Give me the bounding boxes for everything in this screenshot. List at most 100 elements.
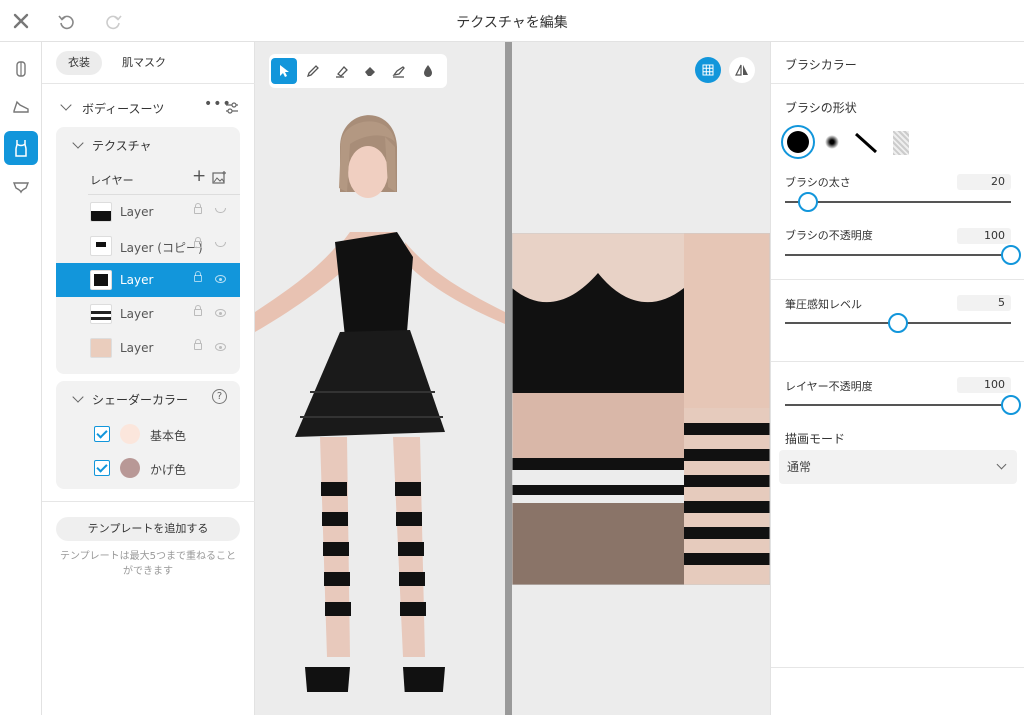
layer-name: Layer <box>120 307 154 321</box>
eye-closed-icon[interactable] <box>215 242 226 247</box>
pressure-label: 筆圧感知レベル <box>785 298 862 311</box>
category-rail <box>0 42 42 715</box>
brush-opacity-label: ブラシの不透明度 <box>785 229 873 242</box>
brush-size-value[interactable]: 20 <box>957 174 1011 190</box>
brush-opacity-slider[interactable] <box>785 245 1021 265</box>
blend-mode-value: 通常 <box>787 460 812 474</box>
layer-opacity-value[interactable]: 100 <box>957 377 1011 393</box>
blend-mode-title: 描画モード <box>785 432 846 446</box>
blend-mode-select[interactable]: 通常 <box>779 450 1017 484</box>
rail-item-tops[interactable] <box>4 131 38 165</box>
eraser-tool-icon[interactable] <box>357 58 383 84</box>
slider-knob[interactable] <box>1001 245 1021 265</box>
shader-header[interactable]: シェーダーカラー ? <box>56 381 240 415</box>
layer-item-selected[interactable]: Layer <box>56 263 240 297</box>
shader-color-label: 基本色 <box>150 429 187 443</box>
add-image-icon[interactable] <box>212 171 227 184</box>
layer-opacity-slider[interactable] <box>785 395 1021 415</box>
pane-divider[interactable] <box>505 42 512 715</box>
brush-size-label: ブラシの太さ <box>785 176 851 189</box>
uv-texture-map <box>512 233 770 585</box>
tank-top-icon <box>15 140 27 157</box>
template-note: テンプレートは最大5つまで重ねることができます <box>59 551 237 577</box>
layer-thumbnail <box>90 338 112 358</box>
brush-shape-soft[interactable] <box>825 135 839 149</box>
top-bar: テクスチャを編集 <box>0 0 1024 42</box>
layers-header: レイヤー + <box>56 161 240 195</box>
grid-icon[interactable] <box>695 57 721 83</box>
eye-icon[interactable] <box>215 343 226 351</box>
group-header[interactable]: ボディースーツ ••• <box>58 96 243 118</box>
texture-editor: テクスチャを編集 衣装 肌マスク ボディースーツ ••• テクスチャ レイヤー … <box>0 0 1024 715</box>
slider-knob[interactable] <box>797 192 818 212</box>
add-template-button[interactable]: テンプレートを追加する <box>56 517 240 541</box>
color-swatch[interactable] <box>120 424 140 444</box>
pen-tool-icon[interactable] <box>300 58 326 84</box>
marker-tool-icon[interactable] <box>329 58 355 84</box>
layer-item[interactable]: Layer <box>56 297 240 331</box>
shader-color-row[interactable]: 基本色 <box>56 417 240 451</box>
layer-item[interactable]: Layer (コピー) <box>56 229 240 263</box>
brush-color-section[interactable]: ブラシカラー <box>771 42 1024 84</box>
layer-opacity-label: レイヤー不透明度 <box>785 380 873 393</box>
brush-opacity-value[interactable]: 100 <box>957 228 1011 244</box>
layer-item[interactable]: Layer <box>56 195 240 229</box>
eye-icon[interactable] <box>215 275 226 283</box>
lock-icon[interactable] <box>194 237 202 248</box>
help-icon[interactable]: ? <box>212 389 227 404</box>
checkbox[interactable] <box>94 460 110 476</box>
texture-header[interactable]: テクスチャ <box>56 127 240 161</box>
slider-knob[interactable] <box>1001 395 1021 415</box>
layer-thumbnail <box>90 270 112 290</box>
layer-thumbnail <box>90 202 112 222</box>
panel-tabs: 衣装 肌マスク <box>42 42 255 84</box>
layers-label: レイヤー <box>90 174 134 187</box>
eye-closed-icon[interactable] <box>215 208 226 213</box>
brush-shape-title: ブラシの形状 <box>785 101 857 115</box>
select-tool-icon[interactable] <box>271 58 297 84</box>
rail-item-underwear[interactable] <box>4 170 38 204</box>
brush-shape-line[interactable] <box>855 133 877 153</box>
tab-skin-mask[interactable]: 肌マスク <box>110 51 178 75</box>
fill-tool-icon[interactable] <box>415 58 441 84</box>
tab-costume[interactable]: 衣装 <box>56 51 102 75</box>
divider <box>42 501 255 502</box>
lock-icon[interactable] <box>194 271 202 282</box>
pressure-value[interactable]: 5 <box>957 295 1011 311</box>
outfit-icon <box>16 61 26 77</box>
mirror-icon[interactable] <box>729 57 755 83</box>
settings-sliders-icon[interactable] <box>225 101 239 115</box>
chevron-down-icon <box>996 459 1007 470</box>
layers-panel: 衣装 肌マスク ボディースーツ ••• テクスチャ レイヤー + Layer L… <box>42 42 255 715</box>
layer-thumbnail <box>90 236 112 256</box>
stamp-tool-icon[interactable] <box>386 58 412 84</box>
add-layer-icon[interactable]: + <box>192 166 206 186</box>
page-title: テクスチャを編集 <box>456 15 568 31</box>
uv-texture-view[interactable] <box>512 42 770 715</box>
slider-knob[interactable] <box>888 313 908 333</box>
color-swatch[interactable] <box>120 458 140 478</box>
lock-icon[interactable] <box>194 305 202 316</box>
brush-color-title: ブラシカラー <box>785 58 857 72</box>
lock-icon[interactable] <box>194 339 202 350</box>
eye-icon[interactable] <box>215 309 226 317</box>
3d-viewport[interactable] <box>255 42 505 715</box>
rail-item-outfit[interactable] <box>4 52 38 86</box>
brush-shape-texture[interactable] <box>893 131 909 155</box>
group-title: ボディースーツ <box>82 102 165 116</box>
shoe-icon <box>13 100 29 113</box>
lock-icon[interactable] <box>194 203 202 214</box>
chevron-down-icon <box>72 391 84 403</box>
pressure-slider[interactable] <box>785 313 1011 333</box>
layer-name: Layer <box>120 341 154 355</box>
checkbox[interactable] <box>94 426 110 442</box>
shader-color-row[interactable]: かげ色 <box>56 451 240 485</box>
drawing-toolbar <box>269 54 447 88</box>
layer-item[interactable]: Layer <box>56 331 240 365</box>
brush-size-slider[interactable] <box>785 192 1011 212</box>
underwear-icon <box>12 182 30 194</box>
brush-shape-round[interactable] <box>781 125 815 159</box>
rail-item-shoes[interactable] <box>4 90 38 124</box>
shader-title: シェーダーカラー <box>92 393 189 407</box>
shader-card: シェーダーカラー ? 基本色 かげ色 <box>56 381 240 489</box>
